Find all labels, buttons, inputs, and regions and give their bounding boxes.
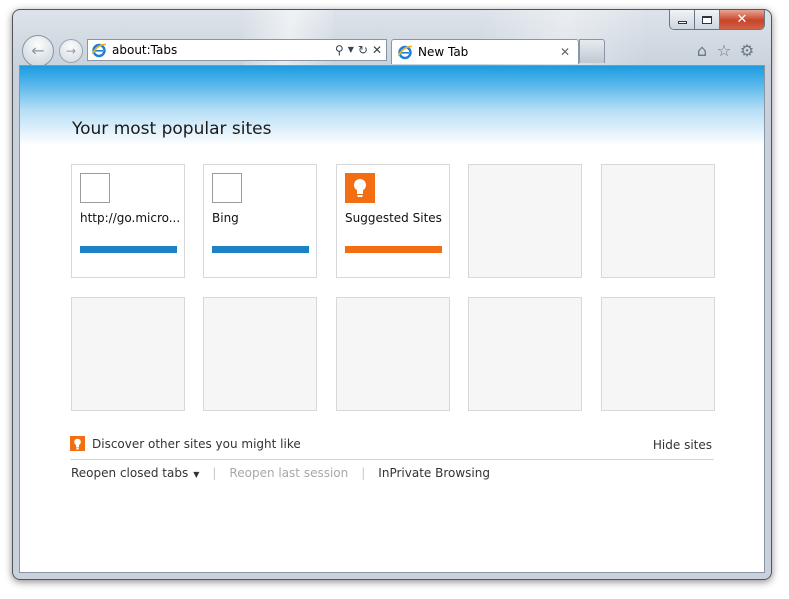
usage-bar xyxy=(80,246,177,253)
site-tile-bing[interactable]: Bing xyxy=(203,164,317,278)
usage-bar xyxy=(345,246,442,253)
back-button[interactable]: ← xyxy=(22,35,54,67)
back-arrow-icon: ← xyxy=(31,41,45,60)
stop-icon[interactable]: ✕ xyxy=(372,44,382,56)
suggested-sites-icon xyxy=(345,173,375,203)
minimize-icon xyxy=(677,21,687,24)
minimize-button[interactable] xyxy=(670,10,695,29)
empty-tile xyxy=(203,297,317,411)
session-links: Reopen closed tabs ▼ | Reopen last sessio… xyxy=(71,466,490,480)
discover-sites-link[interactable]: Discover other sites you might like xyxy=(70,436,301,451)
caption-buttons: ✕ xyxy=(669,10,765,30)
address-text[interactable]: about:Tabs xyxy=(112,43,335,57)
browser-window: ✕ ← → about:Tabs ⚲ ▼ ↻ ✕ New Tab ✕ ⌂ ☆ ⚙ xyxy=(12,9,772,580)
search-icon[interactable]: ⚲ xyxy=(335,44,344,56)
tab-close-icon[interactable]: ✕ xyxy=(560,45,570,59)
usage-bar xyxy=(212,246,309,253)
dropdown-arrow-icon[interactable]: ▼ xyxy=(348,46,354,54)
close-icon: ✕ xyxy=(736,12,748,27)
maximize-button[interactable] xyxy=(695,10,720,29)
dropdown-caret-icon: ▼ xyxy=(193,470,200,479)
tab-new-tab[interactable]: New Tab ✕ xyxy=(391,39,579,64)
discover-text[interactable]: Discover other sites you might like xyxy=(92,437,301,451)
divider xyxy=(70,459,714,460)
reopen-last-session-link: Reopen last session xyxy=(229,466,349,480)
reopen-closed-tabs-link[interactable]: Reopen closed tabs ▼ xyxy=(71,466,199,480)
empty-tile xyxy=(468,297,582,411)
forward-arrow-icon: → xyxy=(65,44,77,58)
reopen-closed-tabs-label: Reopen closed tabs xyxy=(71,466,189,480)
star-icon[interactable]: ☆ xyxy=(714,40,734,60)
ie-icon xyxy=(91,43,107,58)
site-tile-suggested-sites[interactable]: Suggested Sites xyxy=(336,164,450,278)
page-title: Your most popular sites xyxy=(72,119,272,139)
separator: | xyxy=(212,466,217,480)
lightbulb-icon xyxy=(70,436,85,451)
empty-tile xyxy=(336,297,450,411)
site-tile-go-microsoft[interactable]: http://go.micro... xyxy=(71,164,185,278)
tile-label: Bing xyxy=(212,211,239,225)
empty-tile xyxy=(601,297,715,411)
forward-button[interactable]: → xyxy=(59,39,83,63)
empty-tile xyxy=(468,164,582,278)
refresh-icon[interactable]: ↻ xyxy=(358,44,368,56)
inprivate-browsing-link[interactable]: InPrivate Browsing xyxy=(378,466,490,480)
tab-label: New Tab xyxy=(418,45,469,59)
empty-tile xyxy=(71,297,185,411)
gear-icon[interactable]: ⚙ xyxy=(737,40,757,60)
blank-favicon-icon xyxy=(212,173,242,203)
home-icon[interactable]: ⌂ xyxy=(692,40,712,60)
blank-favicon-icon xyxy=(80,173,110,203)
maximize-icon xyxy=(702,15,712,24)
empty-tile xyxy=(601,164,715,278)
hide-sites-link[interactable]: Hide sites xyxy=(653,438,712,452)
tile-label: http://go.micro... xyxy=(80,211,180,225)
close-button[interactable]: ✕ xyxy=(720,10,764,29)
new-tab-button[interactable] xyxy=(579,39,605,63)
tile-label: Suggested Sites xyxy=(345,211,442,225)
address-bar[interactable]: about:Tabs ⚲ ▼ ↻ ✕ xyxy=(87,39,387,61)
ie-icon xyxy=(397,45,413,60)
address-tools: ⚲ ▼ ↻ ✕ xyxy=(335,44,382,56)
separator: | xyxy=(361,466,366,480)
page-content: Your most popular sites http://go.micro.… xyxy=(19,65,765,573)
